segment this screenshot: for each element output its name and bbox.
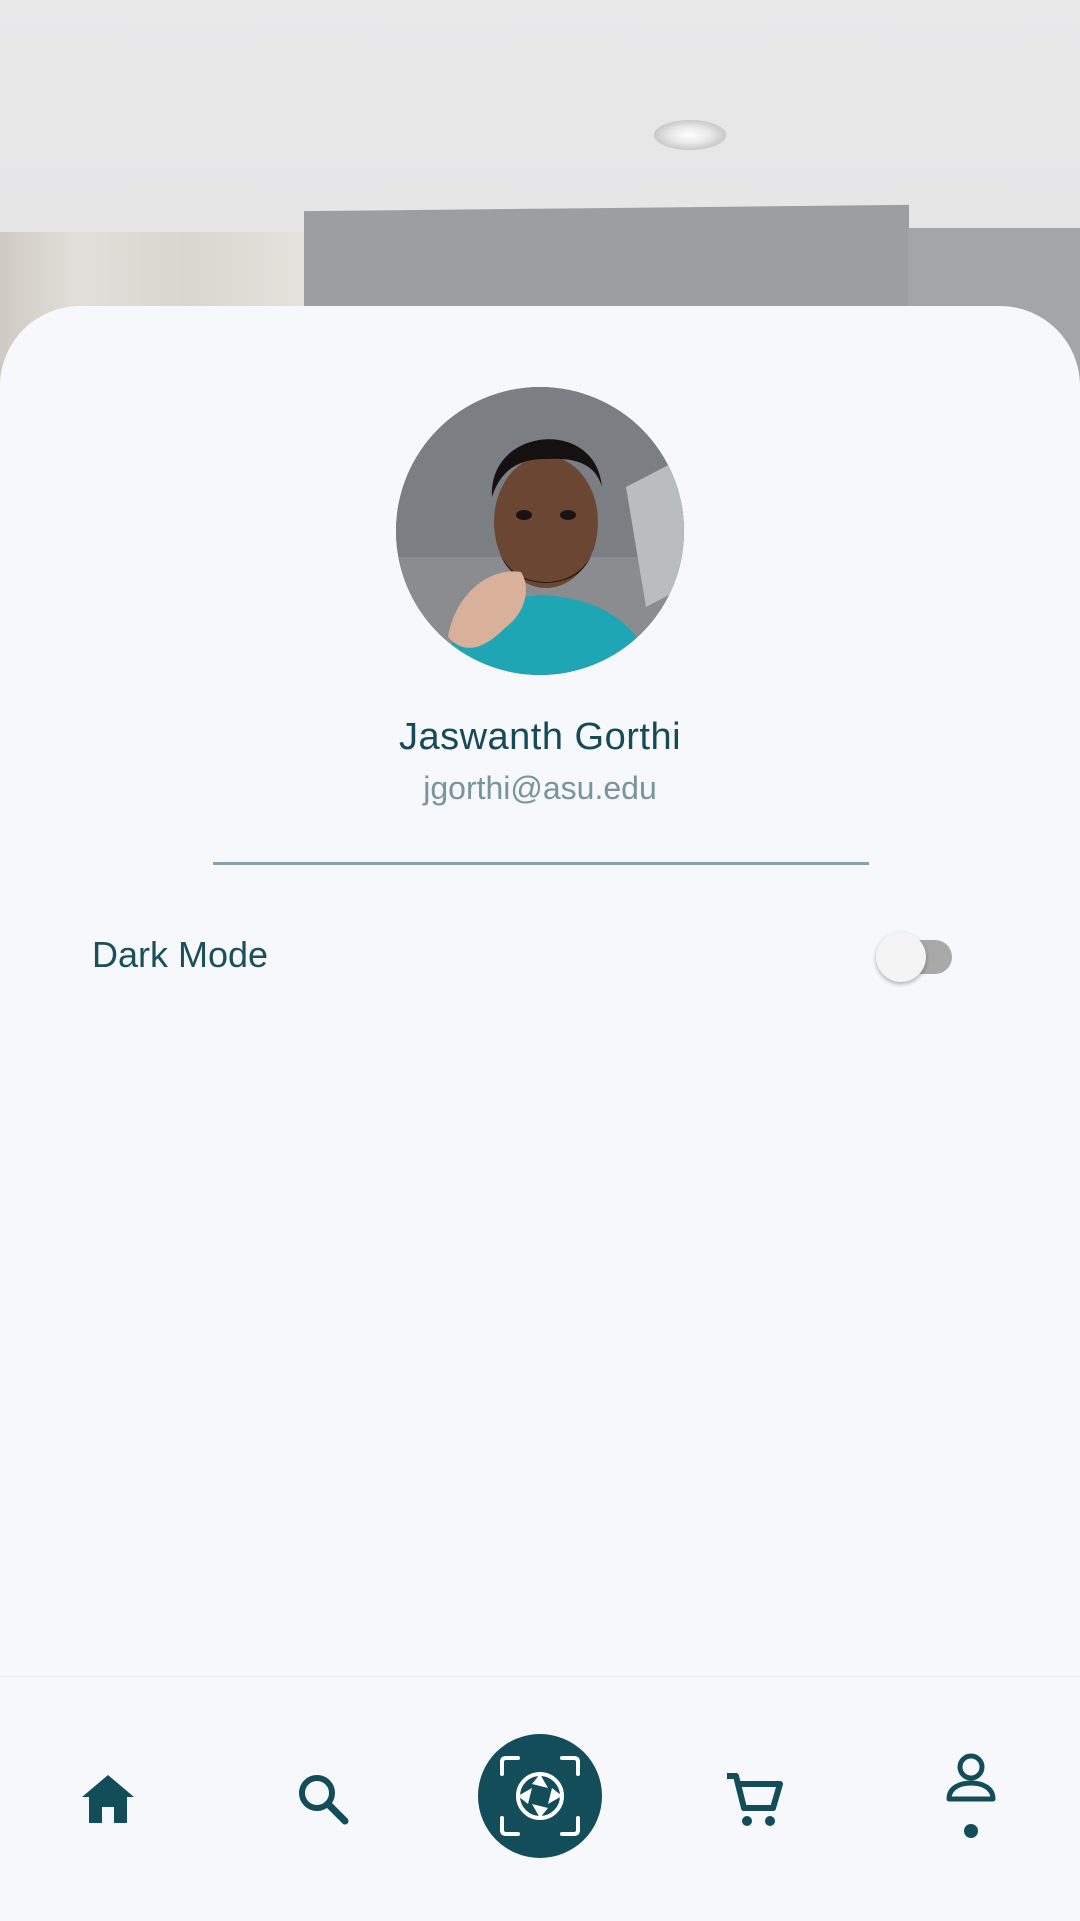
cart-icon xyxy=(727,1773,783,1826)
profile-email: jgorthi@asu.edu xyxy=(423,770,657,806)
avatar[interactable] xyxy=(396,387,684,675)
nav-search[interactable] xyxy=(263,1677,383,1921)
active-indicator xyxy=(964,1824,978,1838)
profile-name: Jaswanth Gorthi xyxy=(398,716,682,758)
nav-home[interactable] xyxy=(48,1677,168,1921)
camera-scan-icon xyxy=(500,1756,580,1836)
dark-mode-setting: Dark Mode xyxy=(92,932,962,982)
toggle-thumb xyxy=(876,932,926,982)
profile-photo xyxy=(396,387,684,675)
nav-cart[interactable] xyxy=(694,1677,814,1921)
ceiling-light xyxy=(654,120,726,150)
home-icon xyxy=(82,1775,134,1823)
bottom-navigation xyxy=(0,1676,1080,1921)
dark-mode-toggle[interactable] xyxy=(876,932,958,982)
dark-mode-label: Dark Mode xyxy=(92,934,269,975)
profile-icon xyxy=(946,1753,996,1802)
scan-button[interactable] xyxy=(478,1734,602,1858)
search-icon xyxy=(299,1775,349,1825)
nav-profile[interactable] xyxy=(911,1677,1031,1921)
divider xyxy=(213,862,869,865)
